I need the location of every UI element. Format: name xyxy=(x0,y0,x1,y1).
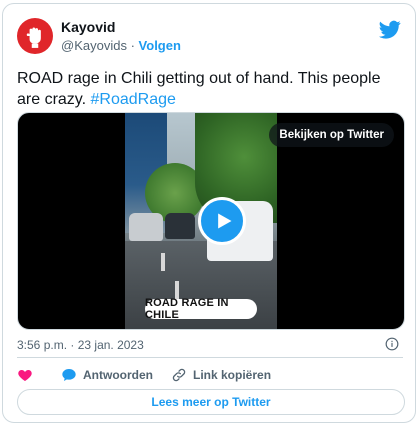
twitter-bird-icon[interactable] xyxy=(379,18,401,40)
avatar[interactable] xyxy=(17,18,53,54)
embedded-tweet-card: Kayovid @Kayovids · Volgen ROAD rage in … xyxy=(2,3,416,423)
separator-dot: · xyxy=(130,38,135,53)
timestamp[interactable]: 3:56 p.m. · 23 jan. 2023 xyxy=(17,338,144,352)
action-bar: Antwoorden Link kopiëren xyxy=(17,366,289,384)
copy-link-label: Link kopiëren xyxy=(193,368,272,382)
watch-on-twitter-button[interactable]: Bekijken op Twitter xyxy=(269,123,394,147)
speech-bubble-icon xyxy=(62,369,76,381)
tweet-body: ROAD rage in Chili getting out of hand. … xyxy=(17,70,381,108)
handle-row: @Kayovids · Volgen xyxy=(61,38,181,53)
read-more-button[interactable]: Lees meer op Twitter xyxy=(17,389,405,415)
tweet-text: ROAD rage in Chili getting out of hand. … xyxy=(17,68,403,110)
copy-link-button[interactable]: Link kopiëren xyxy=(171,367,271,383)
play-icon xyxy=(217,213,231,229)
raised-fist-icon xyxy=(26,27,41,48)
thumbnail-car xyxy=(165,213,195,239)
follow-button[interactable]: Volgen xyxy=(139,38,181,53)
video-player[interactable]: ROAD RAGE IN CHILE Bekijken op Twitter xyxy=(17,112,405,330)
thumbnail-car xyxy=(129,213,163,241)
reply-label: Antwoorden xyxy=(83,368,153,382)
lane-marking xyxy=(161,253,165,271)
user-name[interactable]: Kayovid xyxy=(61,19,115,35)
info-icon[interactable] xyxy=(385,337,399,351)
like-button[interactable] xyxy=(17,367,39,383)
tweet-time: 3:56 p.m. xyxy=(17,338,68,352)
heart-icon xyxy=(18,370,32,381)
user-handle[interactable]: @Kayovids xyxy=(61,38,127,53)
play-button[interactable] xyxy=(198,197,246,245)
tweet-date: 23 jan. 2023 xyxy=(77,338,144,352)
reply-button[interactable]: Antwoorden xyxy=(61,367,153,383)
video-caption: ROAD RAGE IN CHILE xyxy=(145,297,257,321)
divider xyxy=(17,357,403,358)
hashtag-link[interactable]: #RoadRage xyxy=(91,91,176,108)
separator-dot: · xyxy=(70,338,75,352)
link-icon xyxy=(172,368,186,382)
